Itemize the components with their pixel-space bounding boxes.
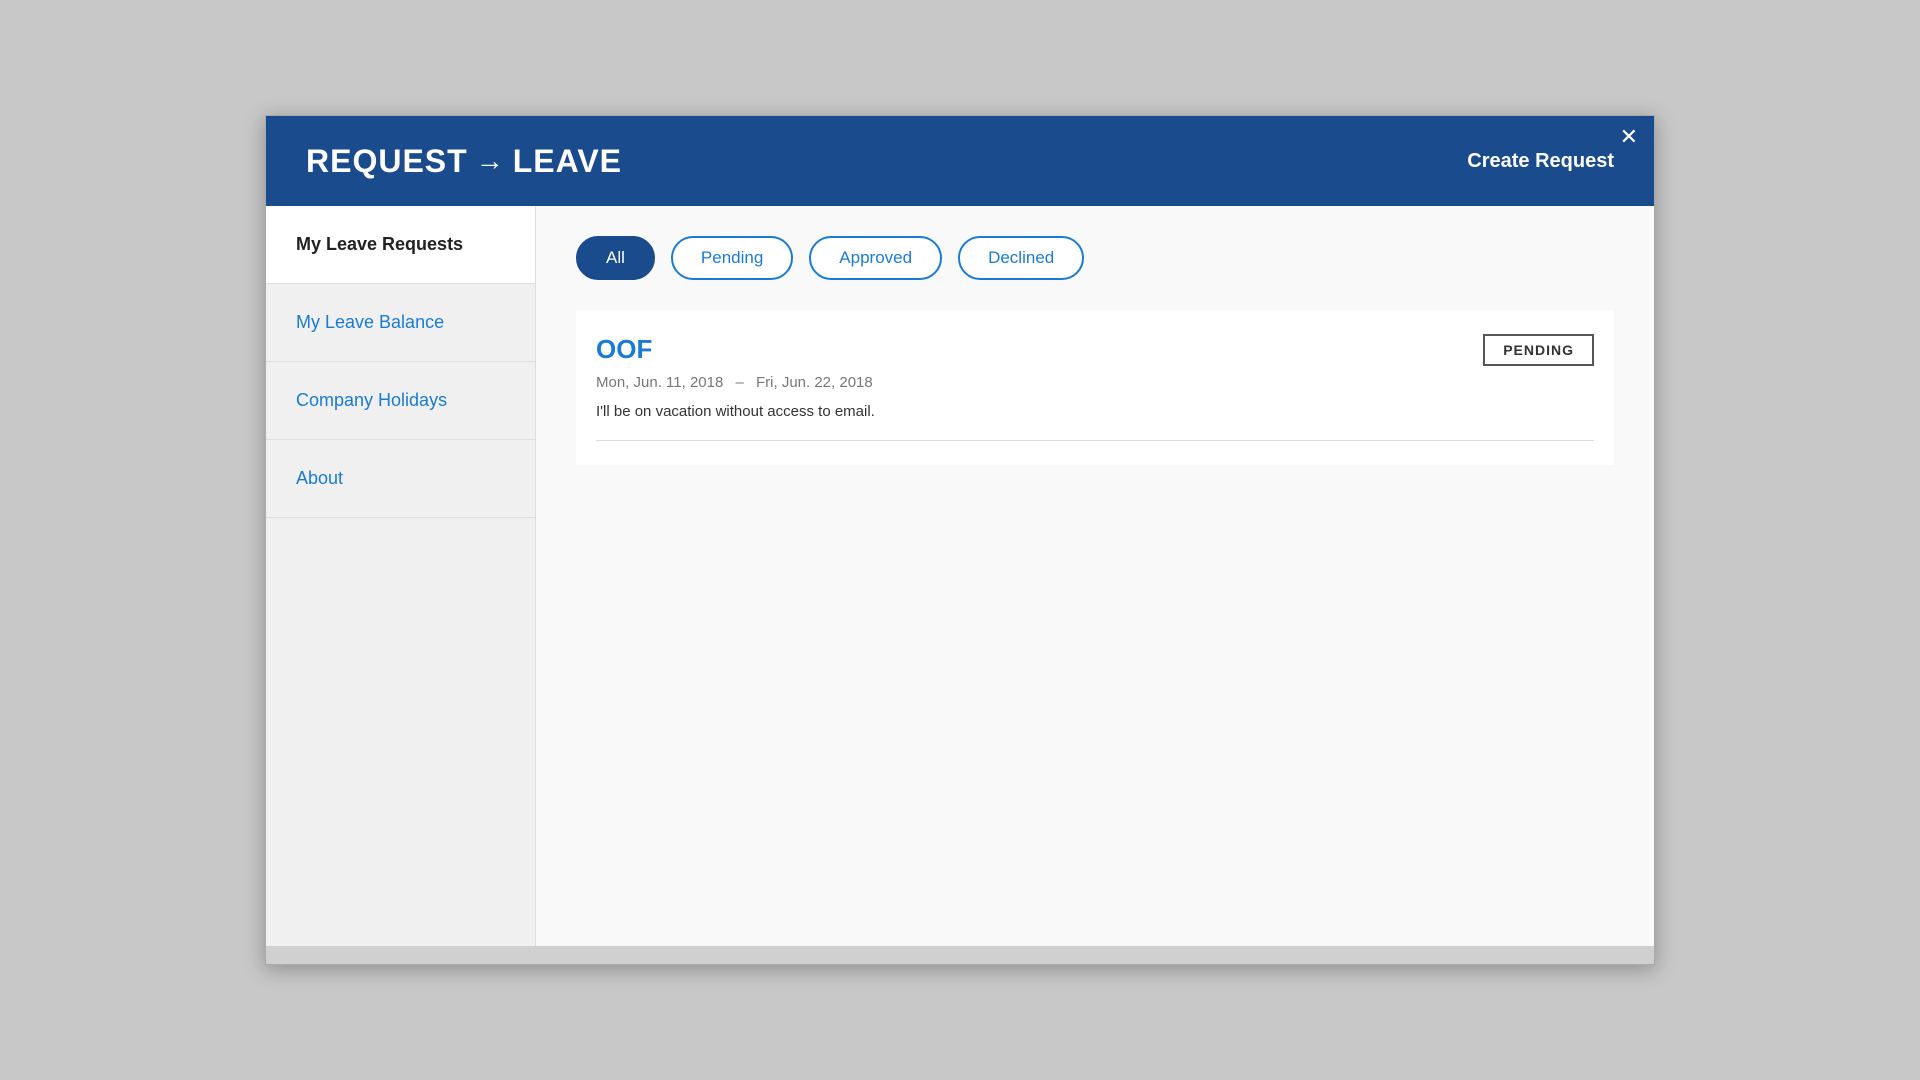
sidebar-item-label: About	[296, 468, 343, 488]
sidebar: My Leave Requests My Leave Balance Compa…	[266, 206, 536, 946]
leave-card: OOF PENDING Mon, Jun. 11, 2018 – Fri, Ju…	[576, 310, 1614, 465]
status-badge: PENDING	[1483, 334, 1594, 366]
card-divider	[596, 440, 1594, 441]
date-separator: –	[735, 374, 743, 391]
body: My Leave Requests My Leave Balance Compa…	[266, 206, 1654, 946]
tab-pending[interactable]: Pending	[671, 236, 793, 280]
sidebar-item-about[interactable]: About	[266, 440, 535, 518]
tab-all[interactable]: All	[576, 236, 655, 280]
main-content: All Pending Approved Declined OOF PENDIN…	[536, 206, 1654, 946]
leave-end-date: Fri, Jun. 22, 2018	[756, 374, 873, 391]
sidebar-item-label: My Leave Balance	[296, 312, 444, 332]
filter-tabs: All Pending Approved Declined	[576, 236, 1614, 280]
leave-dates: Mon, Jun. 11, 2018 – Fri, Jun. 22, 2018	[596, 374, 1594, 391]
sidebar-item-label: Company Holidays	[296, 390, 447, 410]
title-part2: LEAVE	[513, 143, 622, 180]
tab-declined[interactable]: Declined	[958, 236, 1084, 280]
sidebar-item-label: My Leave Requests	[296, 234, 463, 254]
leave-description: I'll be on vacation without access to em…	[596, 403, 1594, 420]
modal-container: REQUEST → LEAVE Create Request ✕ My Leav…	[265, 115, 1655, 965]
leave-title: OOF	[596, 334, 652, 365]
header-title: REQUEST → LEAVE	[306, 143, 622, 180]
title-part1: REQUEST	[306, 143, 468, 180]
leave-card-header: OOF PENDING	[596, 334, 1594, 366]
tab-approved[interactable]: Approved	[809, 236, 942, 280]
sidebar-item-my-leave-balance[interactable]: My Leave Balance	[266, 284, 535, 362]
close-button[interactable]: ✕	[1620, 126, 1638, 148]
header: REQUEST → LEAVE Create Request ✕	[266, 116, 1654, 206]
create-request-button[interactable]: Create Request	[1467, 150, 1614, 173]
leave-start-date: Mon, Jun. 11, 2018	[596, 374, 723, 391]
footer-bar	[266, 946, 1654, 964]
sidebar-item-my-leave-requests[interactable]: My Leave Requests	[266, 206, 535, 284]
title-arrow: →	[476, 145, 505, 177]
sidebar-item-company-holidays[interactable]: Company Holidays	[266, 362, 535, 440]
